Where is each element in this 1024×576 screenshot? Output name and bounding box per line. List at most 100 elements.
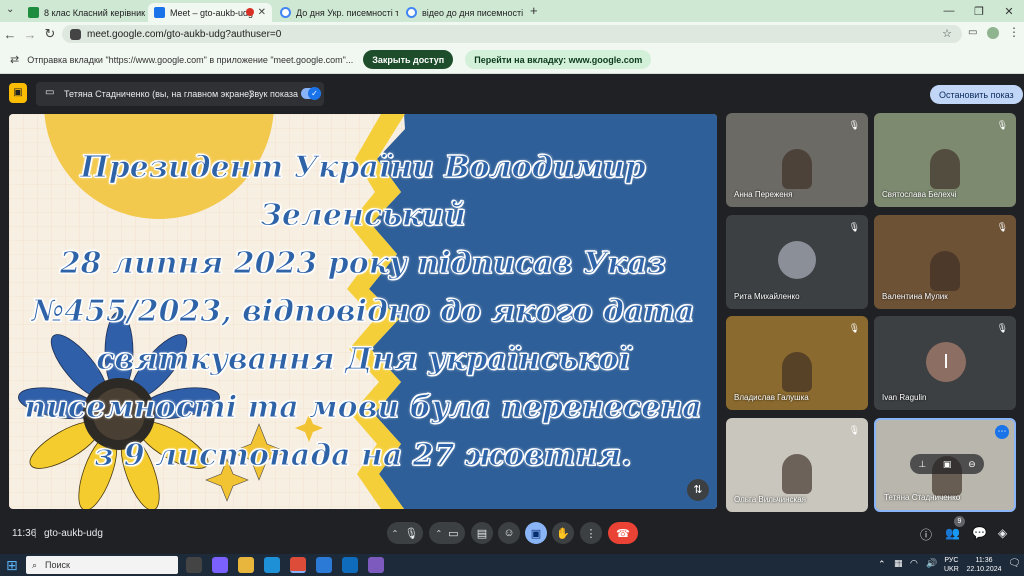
minimize-icon[interactable]: — (934, 5, 964, 17)
forward-icon[interactable]: → (20, 27, 40, 42)
tab-search-icon[interactable]: ⌄ (6, 4, 14, 15)
windows-start-icon[interactable]: ⊞ (6, 557, 18, 574)
chevron-up-icon[interactable]: ⌃ (392, 529, 399, 538)
more-dots-icon[interactable]: ⋯ (995, 425, 1009, 439)
participant-tile[interactable]: 🎙 Валентина Мулик (874, 215, 1016, 309)
participant-tile[interactable]: 🎙⋯⊥▣⊖Тетяна Стадниченко (874, 418, 1016, 512)
edge-icon[interactable] (264, 557, 280, 573)
sharing-message: Отправка вкладки "https://www.google.com… (27, 54, 354, 65)
frame-icon[interactable]: ▣ (943, 459, 952, 470)
raise-hand-button[interactable]: ✋ (552, 522, 574, 544)
stop-presenting-button[interactable]: Остановить показ (930, 85, 1023, 104)
cast-icon[interactable]: ▭ (968, 27, 977, 38)
participant-name: Валентина Мулик (882, 292, 948, 301)
info-icon[interactable]: ⓘ (920, 526, 932, 543)
viber-icon[interactable] (368, 557, 384, 573)
present-button[interactable]: ▣ (525, 522, 547, 544)
goto-tab-button[interactable]: Перейти на вкладку: www.google.com (465, 50, 652, 69)
remove-icon[interactable]: ⊖ (968, 459, 976, 470)
swap-tiles-icon[interactable]: ⇅ (687, 479, 709, 501)
chrome-icon[interactable] (290, 557, 306, 573)
slide-text-line: з 9 листопада на 27 жовтня. (94, 438, 632, 474)
menu-dots-icon[interactable]: ⋮ (1008, 25, 1020, 39)
network-icon[interactable]: ▦ (894, 558, 903, 569)
site-info-icon[interactable] (70, 28, 81, 40)
camera-control[interactable]: ⌃ ▭ (429, 522, 465, 544)
classroom-icon (28, 7, 39, 18)
address-text: meet.google.com/gto-aukb-udg?authuser=0 (87, 28, 282, 40)
slide-text-line: Президент України Володимир (80, 150, 646, 186)
activities-icon[interactable]: ◈ (998, 526, 1007, 540)
close-window-icon[interactable]: ✕ (994, 5, 1024, 18)
taskbar-search[interactable]: ⌕ Поиск (26, 556, 178, 574)
phone-hangup-icon: ☎ (616, 527, 630, 540)
tile-hover-controls: ⊥ ▣ ⊖ (910, 454, 984, 474)
tab-title: Meet – gto-aukb-udg (170, 7, 254, 18)
file-explorer-icon[interactable] (238, 557, 254, 573)
wifi-icon[interactable]: ◠ (910, 558, 918, 569)
tab-title: відео до дня писемності п... (422, 7, 524, 18)
more-options-button[interactable]: ⋮ (580, 522, 602, 544)
captions-button[interactable]: ▤ (471, 522, 493, 544)
windows-taskbar: ⊞ ⌕ Поиск ⌃ ▦ ◠ 🔊 РУС UKR 11:36 22.10.20… (0, 554, 1024, 576)
tab-video-search[interactable]: відео до дня писемності п... ✕ (400, 3, 524, 22)
restore-icon[interactable]: ❐ (964, 5, 994, 18)
volume-icon[interactable]: 🔊 (926, 558, 937, 569)
participant-video (782, 352, 812, 392)
back-icon[interactable]: ← (0, 27, 20, 42)
copilot-icon[interactable] (212, 557, 228, 573)
presentation-slide: Президент України Володимир Зеленський 28 … (9, 114, 717, 509)
window-controls: — ❐ ✕ (934, 0, 1024, 22)
tray-chevron-icon[interactable]: ⌃ (878, 559, 886, 570)
clock: 11:36 (12, 528, 37, 539)
tab-class-teacher[interactable]: 8 клас Класний керівник Ста... ✕ (22, 3, 146, 22)
mic-muted-icon: 🎙 (848, 222, 860, 232)
reload-icon[interactable]: ↻ (40, 26, 60, 42)
pin-icon[interactable]: ⊥ (918, 459, 926, 470)
participant-tile[interactable]: 🎙 Владислав Галушка (726, 316, 868, 410)
participant-tile[interactable]: 🎙 Рита Михайленко (726, 215, 868, 309)
participant-tile[interactable]: 🎙 Анна Переженя (726, 113, 868, 207)
language-indicator[interactable]: РУС UKR (944, 556, 959, 574)
slide-text-line: писемності та мови була перенесена (24, 390, 702, 426)
chat-icon[interactable]: 💬 (972, 526, 987, 540)
task-view-icon[interactable] (186, 557, 202, 573)
meet-control-bar: 11:36 | gto-aukb-udg ⌃ 🎙 ⌃ ▭ ▤ ☺ ▣ ✋ ⋮ ☎ ⓘ… (0, 512, 1024, 554)
emoji-button[interactable]: ☺ (498, 522, 520, 544)
slide-text-line: 28 липня 2023 року підписав Указ (59, 246, 667, 282)
leave-call-button[interactable]: ☎ (608, 522, 638, 544)
participant-name: Ivan Ragulin (882, 393, 927, 402)
clock-time: 11:36 (975, 557, 993, 564)
search-label: Поиск (45, 560, 70, 570)
mic-control[interactable]: ⌃ 🎙 (387, 522, 423, 544)
camera-icon[interactable]: ▭ (448, 527, 458, 540)
close-access-button[interactable]: Закрыть доступ (363, 50, 454, 69)
people-icon[interactable]: 👥 (945, 526, 960, 540)
recording-dot-icon (246, 8, 254, 16)
mic-muted-icon: 🎙 (996, 222, 1008, 232)
participant-tile[interactable]: I 🎙 Ivan Ragulin (874, 316, 1016, 410)
participant-video (782, 149, 812, 189)
new-tab-button[interactable]: + (530, 3, 538, 18)
profile-avatar[interactable] (987, 27, 999, 39)
tab-google-search[interactable]: До дня Укр. писемності та мо... ✕ (274, 3, 398, 22)
chevron-up-icon[interactable]: ⌃ (435, 529, 442, 538)
participant-video (930, 149, 960, 189)
outlook-icon[interactable] (342, 557, 358, 573)
store-icon[interactable] (316, 557, 332, 573)
notifications-icon[interactable]: 🗨 (1008, 558, 1021, 569)
more-dots-icon: ⋮ (585, 527, 597, 540)
participant-tile[interactable]: 🎙 Ольга Вильчинская (726, 418, 868, 512)
microphone-icon[interactable]: 🎙 (404, 527, 418, 540)
participant-tile[interactable]: 🎙 Святослава Белехчі (874, 113, 1016, 207)
tab-title: До дня Укр. писемності та мо... (296, 7, 398, 18)
meet-icon (154, 7, 165, 18)
audio-share-toggle[interactable]: ✓ (301, 87, 321, 100)
bookmark-star-icon[interactable]: ☆ (942, 27, 952, 40)
tab-meet[interactable]: Meet – gto-aukb-udg ✕ (148, 3, 272, 22)
address-bar[interactable]: meet.google.com/gto-aukb-udg?authuser=0 … (62, 25, 962, 43)
system-clock[interactable]: 11:36 22.10.2024 (964, 556, 1004, 574)
audio-share-label: Звук показа (249, 89, 299, 99)
close-icon[interactable]: ✕ (254, 7, 266, 18)
people-count-badge: 9 (954, 516, 965, 527)
